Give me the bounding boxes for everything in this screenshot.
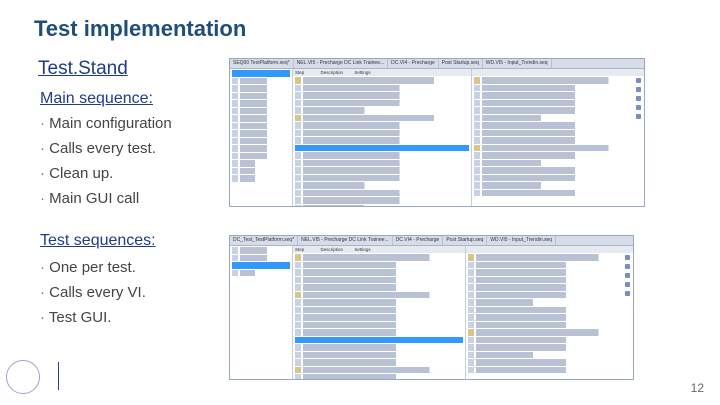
list-item: Main GUI call [40,186,172,211]
steps-pane[interactable]: Step Description Settings [293,246,466,379]
list-item: Calls every VI. [40,280,146,305]
test-sequences-heading: Test sequences: [40,232,156,249]
tab[interactable]: WD.VI5 - Input_Trendin.seq [483,59,552,68]
column-header: Description [320,70,344,75]
sequence-list-pane[interactable] [230,69,293,206]
column-header: Description [320,247,344,252]
variables-pane[interactable] [472,69,644,206]
toolbar-icons [625,255,631,300]
steps-header: Step Description Settings [293,69,471,76]
tab[interactable]: Post Startup.seq [439,59,483,68]
tab[interactable]: NEL.VI5 - Precharge DC Link Trainee... [298,236,393,245]
column-header: Step [295,70,305,75]
tab[interactable]: DC.VI4 - Precharge [393,236,444,245]
tab[interactable]: SEQ00 TestPlatform.seq* [230,59,294,68]
slide-subtitle: Test.Stand [38,58,128,79]
tab-bar: DC_Test_TestPlatform.seq* NEL.VI5 - Prec… [230,236,633,246]
main-sequence-heading: Main sequence: [40,90,153,107]
steps-header: Step Description Settings [293,246,465,253]
column-header: Settings [354,247,371,252]
toolbar-icons [636,78,642,123]
list-item: Clean up. [40,161,172,186]
sequence-list-pane[interactable] [230,246,293,379]
steps-pane[interactable]: Step Description Settings [293,69,472,206]
tab-bar: SEQ00 TestPlatform.seq* NEL.VI5 - Precha… [230,59,644,69]
teststand-main-sequence-screenshot: SEQ00 TestPlatform.seq* NEL.VI5 - Precha… [229,58,645,207]
tab[interactable]: Post Startup.seq [443,236,488,245]
variables-header [466,246,633,253]
test-sequences-list: One per test. Calls every VI. Test GUI. [40,255,146,330]
tab[interactable]: DC_Test_TestPlatform.seq* [230,236,299,245]
page-number: 12 [690,381,704,395]
column-header: Settings [354,70,371,75]
variables-pane[interactable] [466,246,633,379]
list-item: Calls every test. [40,136,172,161]
column-header: Step [295,247,305,252]
list-item: Main configuration [40,111,172,136]
tab[interactable]: NEL.VI5 - Precharge DC Link Trainee... [294,59,389,68]
cern-logo [6,360,40,394]
tab[interactable]: DC.VI4 - Precharge [388,59,439,68]
main-sequence-list: Main configuration Calls every test. Cle… [40,111,172,211]
variables-header [472,69,644,76]
list-item: Test GUI. [40,305,146,330]
divider [58,362,59,390]
list-item: One per test. [40,255,146,280]
tab[interactable]: WD.VI5 - Input_Trendin.seq [487,236,557,245]
teststand-test-sequence-screenshot: DC_Test_TestPlatform.seq* NEL.VI5 - Prec… [229,235,634,380]
slide-title: Test implementation [34,16,247,41]
